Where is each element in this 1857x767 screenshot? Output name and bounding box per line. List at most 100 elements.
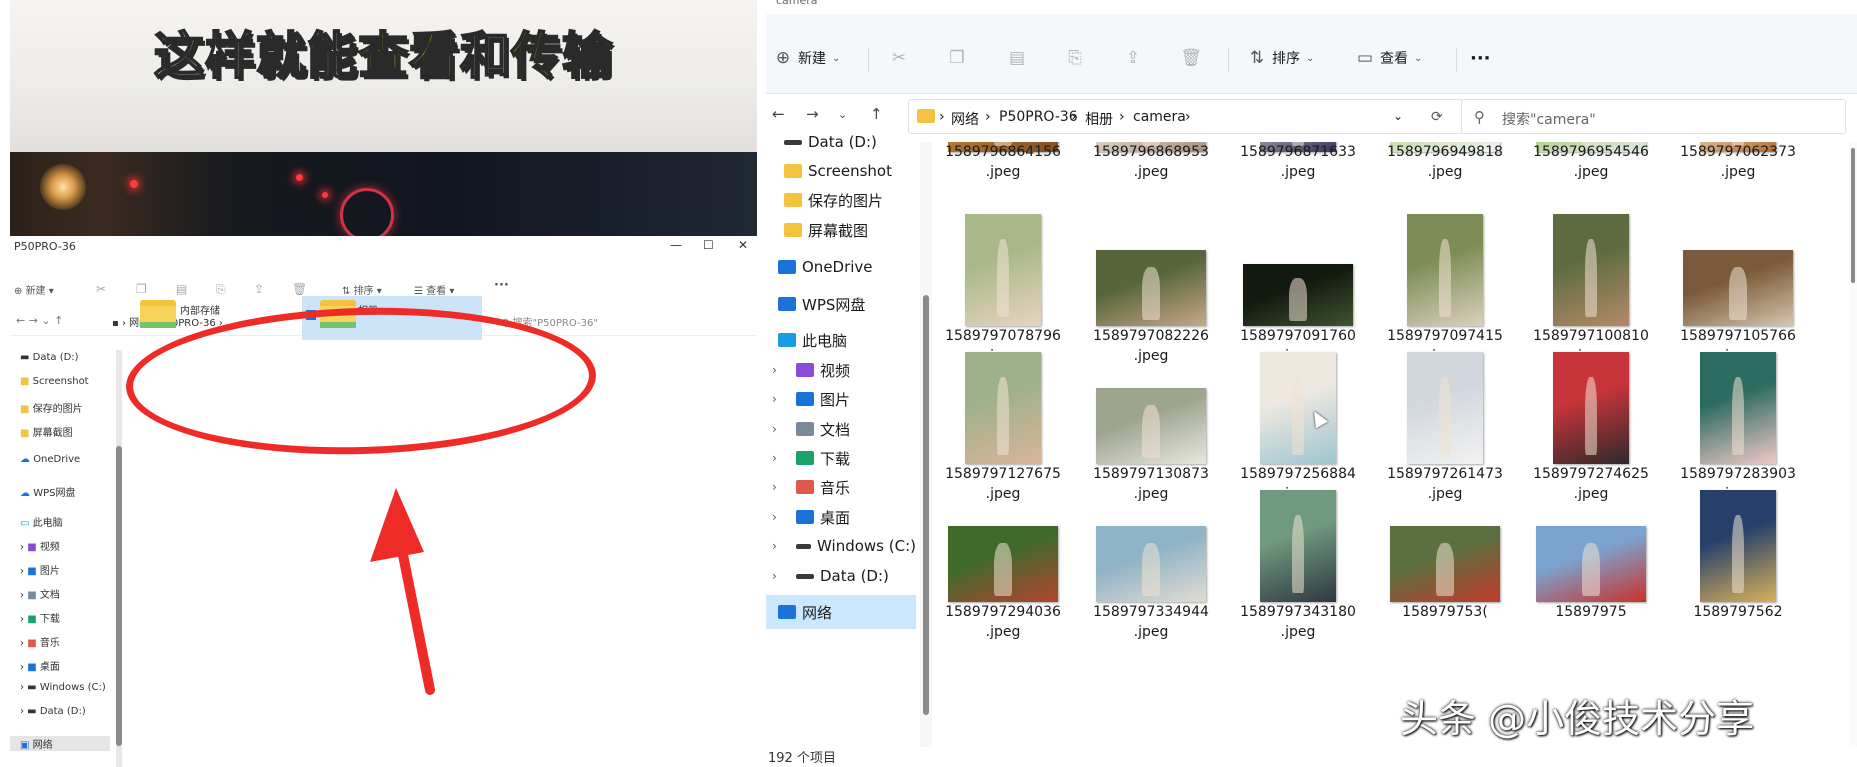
delete-button[interactable]: 🗑 <box>1180 45 1202 71</box>
photo-subject <box>1142 266 1160 320</box>
drive-icon <box>796 573 814 579</box>
nav-item[interactable]: OneDrive <box>766 250 916 284</box>
folder-icon <box>784 193 802 207</box>
photo-subject <box>1142 404 1160 458</box>
image-thumbnail <box>1700 490 1776 602</box>
image-thumbnail <box>1260 352 1336 464</box>
file-item[interactable]: 1589797343180 .jpeg <box>1227 490 1369 650</box>
file-item[interactable]: 1589797562 <box>1667 490 1809 650</box>
image-thumbnail <box>1096 526 1206 602</box>
file-item[interactable]: 1589797078796.jpeg <box>932 214 1074 374</box>
file-name: 1589797261473 <box>1387 466 1503 482</box>
file-extension: .jpeg <box>1280 164 1316 180</box>
chevron-right-icon[interactable]: › <box>772 539 777 553</box>
nav-item-label: 下载 <box>820 449 851 468</box>
new-label: 新建 <box>798 51 826 67</box>
address-dropdown-icon[interactable]: ⌄ <box>1393 109 1403 123</box>
chevron-down-icon: ⌄ <box>1306 52 1315 64</box>
chevron-right-icon[interactable]: › <box>772 451 777 465</box>
forward-icon[interactable]: → <box>806 105 819 123</box>
file-item[interactable]: 1589797294036 .jpeg <box>932 490 1074 650</box>
nav-item[interactable]: › 图片 <box>766 382 916 416</box>
file-item[interactable]: 1589797256884.jpeg <box>1227 352 1369 512</box>
nav-item-label: 图片 <box>820 390 851 409</box>
file-item[interactable]: 1589797130873 .jpeg <box>1080 352 1222 512</box>
nav-item-label: 屏幕截图 <box>808 221 869 240</box>
file-name: 1589797130873 <box>1093 466 1209 482</box>
address-bar[interactable]: › 网络 › P50PRO-36 › 相册 › camera › ⌄ ⟳ <box>908 99 1463 134</box>
status-bar: 192 个项目 <box>768 751 836 766</box>
recent-chevron-icon[interactable]: ⌄ <box>838 108 847 121</box>
sort-button[interactable]: ⇅ 排序 ⌄ <box>1246 45 1315 71</box>
image-thumbnail <box>1700 352 1776 464</box>
chevron-right-icon[interactable]: › <box>772 510 777 524</box>
photo-subject <box>1436 542 1454 596</box>
refresh-icon[interactable]: ⟳ <box>1431 109 1443 125</box>
search-box[interactable]: ⚲ 搜索"camera" <box>1461 99 1846 134</box>
cut-button[interactable]: ✂ <box>888 45 910 71</box>
documents-icon <box>796 422 814 436</box>
file-item[interactable]: 158979753( <box>1374 490 1516 650</box>
network-icon <box>778 605 796 619</box>
nav-item[interactable]: › Windows (C:) <box>766 529 916 563</box>
chevron-right-icon[interactable]: › <box>772 363 777 377</box>
nav-scroll-thumb[interactable] <box>923 295 929 715</box>
nav-item-label: OneDrive <box>802 258 873 276</box>
paste-button[interactable]: ▤ <box>1006 45 1028 71</box>
file-item[interactable]: 1589797274625 .jpeg <box>1520 352 1662 512</box>
nav-item[interactable]: › Data (D:) <box>766 559 916 593</box>
sort-icon: ⇅ <box>1249 48 1265 68</box>
address-row: ← → ⌄ ↑ › 网络 › P50PRO-36 › 相册 › camera ›… <box>766 94 1857 142</box>
scissors-icon: ✂ <box>891 48 907 68</box>
file-item[interactable]: 1589797127675 .jpeg <box>932 352 1074 512</box>
chevron-right-icon[interactable]: › <box>772 480 777 494</box>
file-item[interactable]: 1589797091760.jpeg <box>1227 214 1369 374</box>
file-item[interactable]: 1589797097415.jpeg <box>1374 214 1516 374</box>
rename-button[interactable]: ⎘ <box>1064 45 1086 71</box>
breadcrumb-separator: › <box>1071 109 1077 125</box>
new-button[interactable]: ⊕ 新建 ⌄ <box>772 45 841 71</box>
file-name: 1589797343180 <box>1240 604 1356 620</box>
photo-subject <box>1582 542 1600 596</box>
photo-subject <box>1731 376 1745 456</box>
breadcrumb-item[interactable]: 相册 <box>1085 109 1113 129</box>
nav-item[interactable]: 网络 <box>766 595 916 629</box>
file-item[interactable]: 1589797283903.jpeg <box>1667 352 1809 512</box>
file-item[interactable]: 1589797334944 .jpeg <box>1080 490 1222 650</box>
back-icon[interactable]: ← <box>772 105 785 123</box>
copy-button[interactable]: ❐ <box>946 45 968 71</box>
breadcrumb-item[interactable]: P50PRO-36 <box>999 109 1078 125</box>
breadcrumb-item[interactable]: 网络 <box>951 109 979 129</box>
file-item[interactable]: 1589797105766.jpeg <box>1667 214 1809 374</box>
file-item[interactable]: 1589797082226 .jpeg <box>1080 214 1222 374</box>
photo-subject <box>1584 238 1598 318</box>
file-item[interactable]: 1589797261473 .jpeg <box>1374 352 1516 512</box>
nav-item[interactable]: WPS网盘 <box>766 287 916 321</box>
chevron-right-icon[interactable]: › <box>772 422 777 436</box>
photo-subject <box>1438 238 1452 318</box>
content-scroll-thumb[interactable] <box>1851 148 1855 283</box>
toolbar-divider <box>1228 48 1229 72</box>
nav-item-label: 音乐 <box>820 478 851 497</box>
file-name: 1589797105766 <box>1680 328 1796 344</box>
nav-item[interactable]: 屏幕截图 <box>766 213 916 247</box>
file-name: 1589797127675 <box>945 466 1061 482</box>
nav-item[interactable]: 保存的图片 <box>766 183 916 217</box>
view-button[interactable]: ▭ 查看 ⌄ <box>1354 45 1422 71</box>
more-button[interactable]: ··· <box>1470 45 1491 71</box>
photo-subject <box>1289 277 1307 322</box>
folder-icon <box>784 223 802 237</box>
up-icon[interactable]: ↑ <box>870 105 883 123</box>
file-item[interactable]: 15897975 <box>1520 490 1662 650</box>
file-name: 1589797100810 <box>1533 328 1649 344</box>
share-button[interactable]: ⇪ <box>1122 45 1144 71</box>
file-item[interactable]: 1589797100810.jpeg <box>1520 214 1662 374</box>
nav-item[interactable]: › 音乐 <box>766 470 916 504</box>
chevron-right-icon[interactable]: › <box>772 392 777 406</box>
nav-item-label: 保存的图片 <box>808 191 884 210</box>
image-thumbnail <box>1553 214 1629 326</box>
nav-item[interactable]: 此电脑 <box>766 323 916 357</box>
breadcrumb-item[interactable]: camera <box>1133 109 1186 125</box>
chevron-right-icon[interactable]: › <box>772 569 777 583</box>
navigation-pane: Data (D:) Screenshot 保存的图片 屏幕截图 OneDrive WPS网… <box>766 133 921 747</box>
